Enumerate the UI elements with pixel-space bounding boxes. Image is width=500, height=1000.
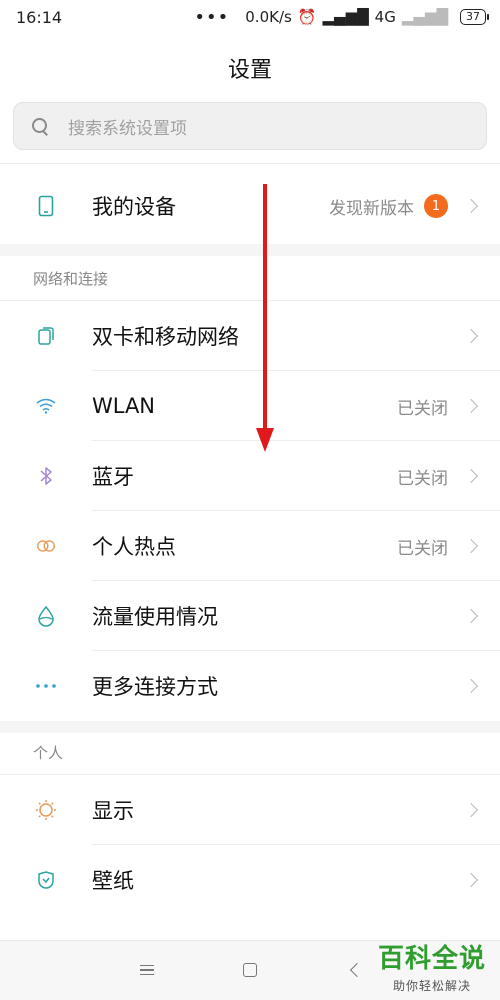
sim-mobile-network-label: 双卡和移动网络 xyxy=(92,325,239,349)
data-usage-label: 流量使用情况 xyxy=(92,605,218,629)
hotspot-label: 个人热点 xyxy=(92,535,176,559)
section-divider xyxy=(0,721,500,733)
wallpaper-row[interactable]: 壁纸 xyxy=(0,845,500,915)
chevron-right-icon xyxy=(463,328,479,344)
search-placeholder: 搜索系统设置项 xyxy=(68,118,187,139)
my-device-row[interactable]: 我的设备 发现新版本 1 xyxy=(0,171,500,241)
chevron-right-icon xyxy=(463,608,479,624)
wlan-label: WLAN xyxy=(92,394,156,418)
display-label: 显示 xyxy=(92,799,134,823)
chevron-right-icon xyxy=(463,872,479,888)
wallpaper-label: 壁纸 xyxy=(92,869,134,893)
my-device-label: 我的设备 xyxy=(92,195,176,219)
chevron-right-icon xyxy=(463,398,479,414)
section-title-personal: 个人 xyxy=(33,744,64,762)
signal-icon: ▂▄▆█ xyxy=(322,8,369,26)
chevron-right-icon xyxy=(463,678,479,694)
bluetooth-row[interactable]: 蓝牙 已关闭 xyxy=(0,441,500,511)
signal-icon-secondary: ▂▄▆█ xyxy=(401,8,448,26)
scroll-arrow-annotation xyxy=(263,184,267,432)
chevron-right-icon xyxy=(463,198,479,214)
more-connections-label: 更多连接方式 xyxy=(92,675,218,699)
chevron-right-icon xyxy=(463,802,479,818)
update-status: 发现新版本 xyxy=(329,198,414,219)
sim-mobile-network-row[interactable]: 双卡和移动网络 xyxy=(0,301,500,371)
network-type: 4G xyxy=(374,8,396,26)
more-dots-icon xyxy=(35,675,57,697)
wlan-status: 已关闭 xyxy=(397,398,448,419)
chevron-right-icon xyxy=(463,538,479,554)
scroll-arrow-head xyxy=(256,428,274,452)
hotspot-row[interactable]: 个人热点 已关闭 xyxy=(0,511,500,581)
divider xyxy=(0,163,500,164)
watermark-title: 百科全说 xyxy=(377,944,486,974)
notification-dots-icon: ••• xyxy=(194,6,230,28)
search-icon xyxy=(30,116,50,136)
sim-card-icon xyxy=(35,325,57,347)
status-bar: 16:14 ••• 0.0K/s ⏰ ▂▄▆█ 4G ▂▄▆█ 37 xyxy=(0,0,500,34)
back-icon[interactable] xyxy=(349,962,365,978)
chevron-right-icon xyxy=(463,468,479,484)
hotspot-icon xyxy=(35,535,57,557)
display-row[interactable]: 显示 xyxy=(0,775,500,845)
status-time: 16:14 xyxy=(16,7,63,27)
alarm-icon: ⏰ xyxy=(297,8,317,26)
wifi-icon xyxy=(35,395,57,417)
search-input[interactable]: 搜索系统设置项 xyxy=(13,102,487,150)
home-icon[interactable] xyxy=(243,963,257,977)
page-title: 设置 xyxy=(227,58,272,83)
update-badge: 1 xyxy=(424,194,448,218)
phone-icon xyxy=(35,195,57,217)
hotspot-status: 已关闭 xyxy=(397,538,448,559)
more-connections-row[interactable]: 更多连接方式 xyxy=(0,651,500,721)
bluetooth-label: 蓝牙 xyxy=(92,465,134,489)
water-drop-icon xyxy=(35,605,57,627)
section-divider xyxy=(0,244,500,256)
wallpaper-icon xyxy=(35,869,57,891)
section-title-network: 网络和连接 xyxy=(33,270,109,288)
network-speed: 0.0K/s xyxy=(245,8,292,26)
menu-icon[interactable] xyxy=(140,965,154,975)
watermark-subtitle: 助你轻松解决 xyxy=(392,979,471,993)
watermark-logo: 百科全说 助你轻松解决 xyxy=(378,938,486,994)
bluetooth-icon xyxy=(35,465,57,487)
battery-icon: 37 xyxy=(460,9,489,25)
data-usage-row[interactable]: 流量使用情况 xyxy=(0,581,500,651)
sun-icon xyxy=(35,799,57,821)
bluetooth-status: 已关闭 xyxy=(397,468,448,489)
wlan-row[interactable]: WLAN 已关闭 xyxy=(0,371,500,441)
status-indicators: ••• 0.0K/s ⏰ ▂▄▆█ 4G ▂▄▆█ 37 xyxy=(194,6,489,28)
